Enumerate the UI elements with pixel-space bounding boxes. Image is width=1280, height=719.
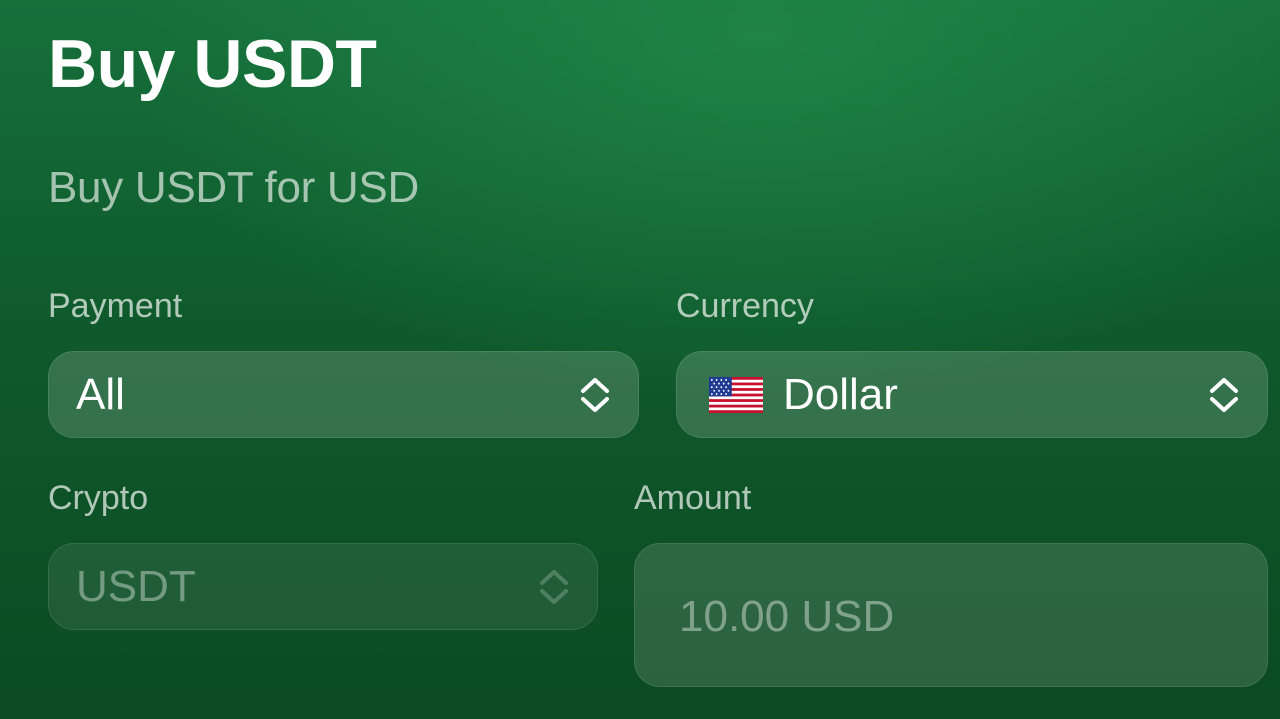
chevron-up-down-icon [578, 373, 612, 417]
amount-input[interactable] [679, 592, 1223, 642]
currency-select-value: Dollar [783, 369, 898, 419]
us-flag-icon [709, 376, 763, 413]
page-subtitle: Buy USDT for USD [48, 163, 419, 212]
crypto-label: Crypto [48, 479, 149, 517]
payment-select-value: All [76, 369, 125, 419]
crypto-select[interactable]: USDT [48, 543, 598, 630]
currency-label: Currency [676, 287, 814, 325]
chevron-up-down-icon [537, 565, 571, 609]
currency-select[interactable]: Dollar [676, 351, 1268, 438]
amount-field[interactable] [634, 543, 1268, 687]
chevron-up-down-icon [1207, 373, 1241, 417]
payment-select[interactable]: All [48, 351, 639, 438]
crypto-select-value: USDT [76, 561, 196, 611]
amount-label: Amount [634, 479, 752, 517]
page-title: Buy USDT [48, 26, 377, 102]
payment-label: Payment [48, 287, 183, 325]
